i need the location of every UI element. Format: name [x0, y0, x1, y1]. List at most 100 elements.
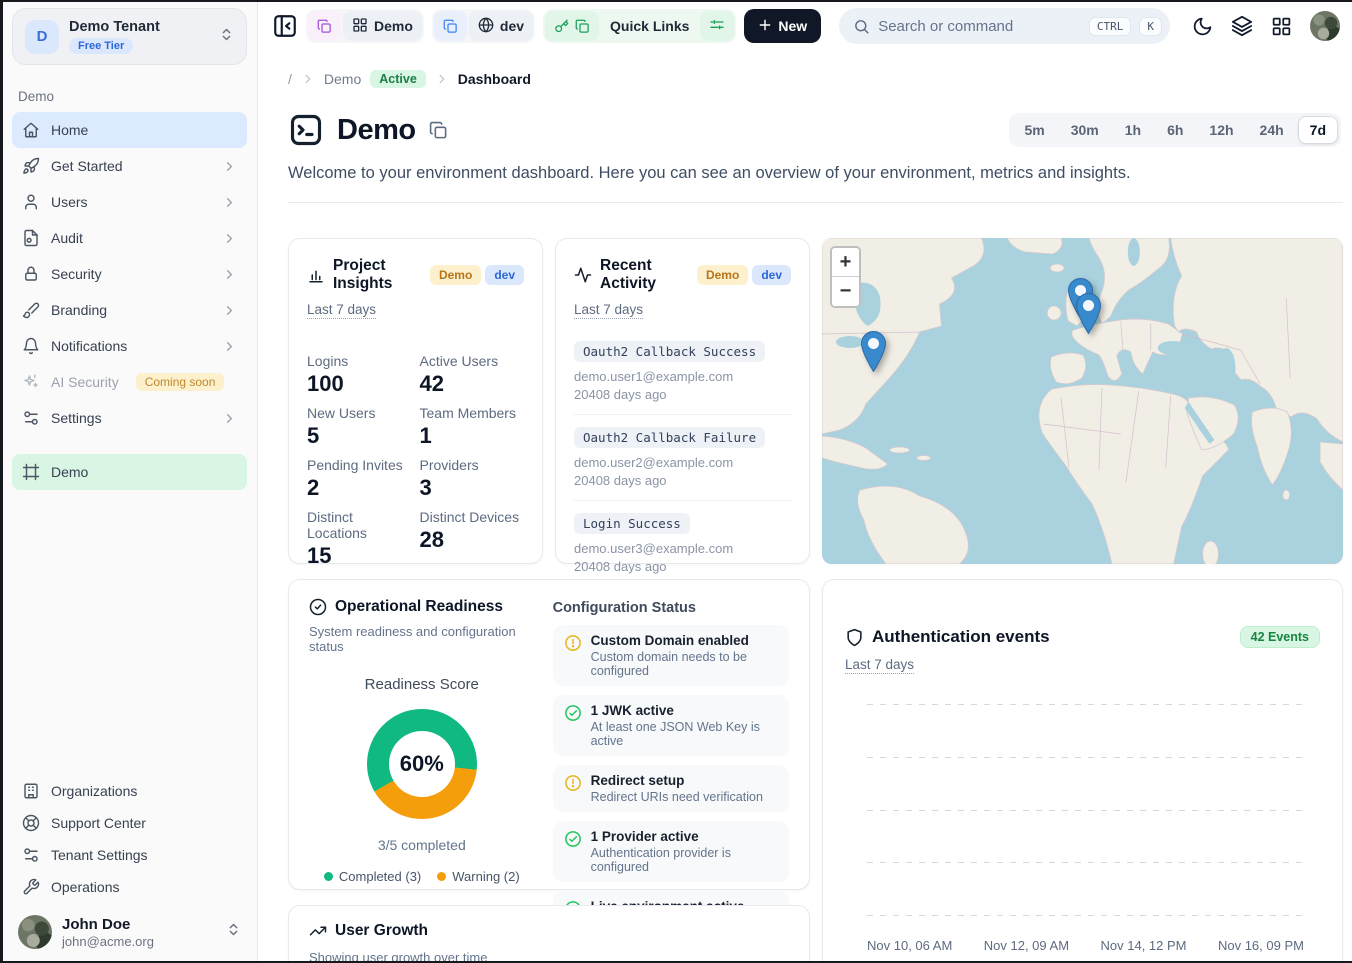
- sidebar-item-branding[interactable]: Branding: [12, 292, 247, 328]
- map-marker[interactable]: [1076, 293, 1101, 334]
- chevrons-up-down-icon: [226, 922, 241, 942]
- bell-icon: [22, 337, 40, 355]
- apps-grid-icon[interactable]: [1271, 16, 1292, 37]
- sidebar-item-tenant-settings[interactable]: Tenant Settings: [12, 839, 247, 871]
- sidebar-item-notifications[interactable]: Notifications: [12, 328, 247, 364]
- sidebar-item-get-started[interactable]: Get Started: [12, 148, 247, 184]
- alert-circle-icon: [564, 774, 582, 804]
- topbar-right: [1192, 11, 1340, 41]
- copy-environment-id-button[interactable]: [434, 11, 467, 41]
- search-input[interactable]: [878, 18, 1081, 35]
- range-1h[interactable]: 1h: [1113, 116, 1153, 144]
- event-type-pill: Oauth2 Callback Success: [574, 341, 765, 362]
- sidebar-item-label: Tenant Settings: [51, 847, 148, 863]
- user-name: John Doe: [62, 916, 216, 933]
- map-zoom-out-button[interactable]: −: [832, 277, 859, 306]
- legend-warning: Warning (2): [437, 869, 519, 884]
- environment-selector[interactable]: dev: [469, 11, 533, 41]
- range-5m[interactable]: 5m: [1012, 116, 1056, 144]
- paintbrush-icon: [22, 301, 40, 319]
- stat-pending-invites: Pending Invites2: [307, 457, 412, 509]
- quick-links-settings-button[interactable]: [700, 11, 734, 41]
- range-7d[interactable]: 7d: [1298, 116, 1338, 144]
- environment-label: dev: [500, 18, 524, 34]
- new-button[interactable]: New: [744, 9, 821, 43]
- x-tick: Nov 14, 12 PM: [1101, 938, 1187, 953]
- chart-gridlines: [867, 704, 1306, 916]
- activity-item[interactable]: Login Success demo.user3@example.com 204…: [574, 513, 791, 586]
- sidebar-item-label: Support Center: [51, 815, 146, 831]
- bar-chart-icon: [307, 266, 325, 284]
- range-6h[interactable]: 6h: [1155, 116, 1195, 144]
- event-type-pill: Login Success: [574, 513, 690, 534]
- environment-group: dev: [432, 9, 535, 43]
- sidebar-item-label: Branding: [51, 302, 107, 318]
- breadcrumb-project[interactable]: Demo: [324, 71, 361, 87]
- sidebar-item-security[interactable]: Security: [12, 256, 247, 292]
- activity-item[interactable]: Oauth2 Callback Failure demo.user2@examp…: [574, 427, 791, 501]
- quick-links-button[interactable]: Quick Links: [601, 11, 698, 41]
- project-insights-card: Project Insights Demo dev Last 7 days Lo…: [288, 238, 543, 564]
- configuration-status-title: Configuration Status: [553, 600, 789, 616]
- divider: [288, 202, 1343, 203]
- stat-distinct-locations: Distinct Locations15: [307, 509, 412, 577]
- sidebar-item-demo[interactable]: Demo: [12, 454, 247, 490]
- breadcrumb-root[interactable]: /: [288, 71, 292, 87]
- sidebar-item-organizations[interactable]: Organizations: [12, 775, 247, 807]
- copy-keys-button[interactable]: [545, 11, 599, 41]
- recent-activity-card: Recent Activity Demo dev Last 7 days Oau…: [555, 238, 810, 564]
- page-content: / Demo Active Dashboard Demo 5m 30m 1h: [258, 52, 1352, 963]
- check-circle-icon: [564, 704, 582, 748]
- readiness-legend: Completed (3) Warning (2): [309, 869, 535, 884]
- project-badge: Demo: [430, 265, 481, 285]
- chevron-right-icon: [435, 72, 449, 86]
- event-type-pill: Oauth2 Callback Failure: [574, 427, 765, 448]
- period-label[interactable]: Last 7 days: [307, 302, 376, 319]
- sidebar-item-operations[interactable]: Operations: [12, 871, 247, 903]
- tenant-switcher[interactable]: D Demo Tenant Free Tier: [12, 8, 247, 65]
- user-email: john@acme.org: [62, 934, 216, 949]
- project-selector[interactable]: Demo: [343, 11, 422, 41]
- copy-project-id-button[interactable]: [308, 11, 341, 41]
- stat-team-members: Team Members1: [420, 405, 525, 457]
- layers-icon[interactable]: [1231, 15, 1253, 37]
- readiness-score-label: Readiness Score: [309, 676, 535, 693]
- sidebar-item-users[interactable]: Users: [12, 184, 247, 220]
- main-area: Demo dev Quick Links: [258, 0, 1352, 963]
- period-label[interactable]: Last 7 days: [574, 302, 643, 319]
- event-user: demo.user2@example.com: [574, 455, 791, 470]
- stat-logins: Logins100: [307, 353, 412, 405]
- activity-item[interactable]: Oauth2 Callback Success demo.user1@examp…: [574, 341, 791, 415]
- sidebar-item-settings[interactable]: Settings: [12, 400, 247, 436]
- activity-list: Oauth2 Callback Success demo.user1@examp…: [574, 341, 791, 586]
- user-growth-card: User Growth Showing user growth over tim…: [288, 905, 810, 963]
- event-user: demo.user3@example.com: [574, 541, 791, 556]
- period-label[interactable]: Last 7 days: [845, 657, 914, 674]
- range-30m[interactable]: 30m: [1059, 116, 1111, 144]
- sidebar-item-label: Settings: [51, 410, 102, 426]
- config-item-redirect: Redirect setupRedirect URIs need verific…: [553, 765, 789, 812]
- card-title: Operational Readiness: [335, 598, 503, 616]
- copy-title-button[interactable]: [429, 121, 448, 140]
- stat-providers: Providers3: [420, 457, 525, 509]
- collapse-sidebar-button[interactable]: [272, 13, 298, 39]
- card-title: User Growth: [335, 922, 428, 940]
- sidebar-item-support-center[interactable]: Support Center: [12, 807, 247, 839]
- sidebar-item-label: Get Started: [51, 158, 123, 174]
- audit-file-icon: [22, 229, 40, 247]
- map-marker[interactable]: [861, 331, 886, 372]
- authentication-events-card: Authentication events 42 Events Last 7 d…: [822, 579, 1343, 963]
- dark-mode-toggle[interactable]: [1192, 16, 1213, 37]
- chevron-right-icon: [222, 159, 237, 174]
- sidebar-item-label: Operations: [51, 879, 119, 895]
- sidebar-item-home[interactable]: Home: [12, 112, 247, 148]
- topbar-avatar[interactable]: [1310, 11, 1340, 41]
- globe-icon: [478, 17, 494, 36]
- range-24h[interactable]: 24h: [1248, 116, 1296, 144]
- map-zoom-in-button[interactable]: +: [832, 248, 859, 277]
- locations-map[interactable]: + −: [822, 238, 1343, 564]
- sidebar-item-audit[interactable]: Audit: [12, 220, 247, 256]
- time-range-selector: 5m 30m 1h 6h 12h 24h 7d: [1009, 113, 1341, 147]
- range-12h[interactable]: 12h: [1197, 116, 1245, 144]
- user-menu[interactable]: John Doe john@acme.org: [12, 903, 247, 953]
